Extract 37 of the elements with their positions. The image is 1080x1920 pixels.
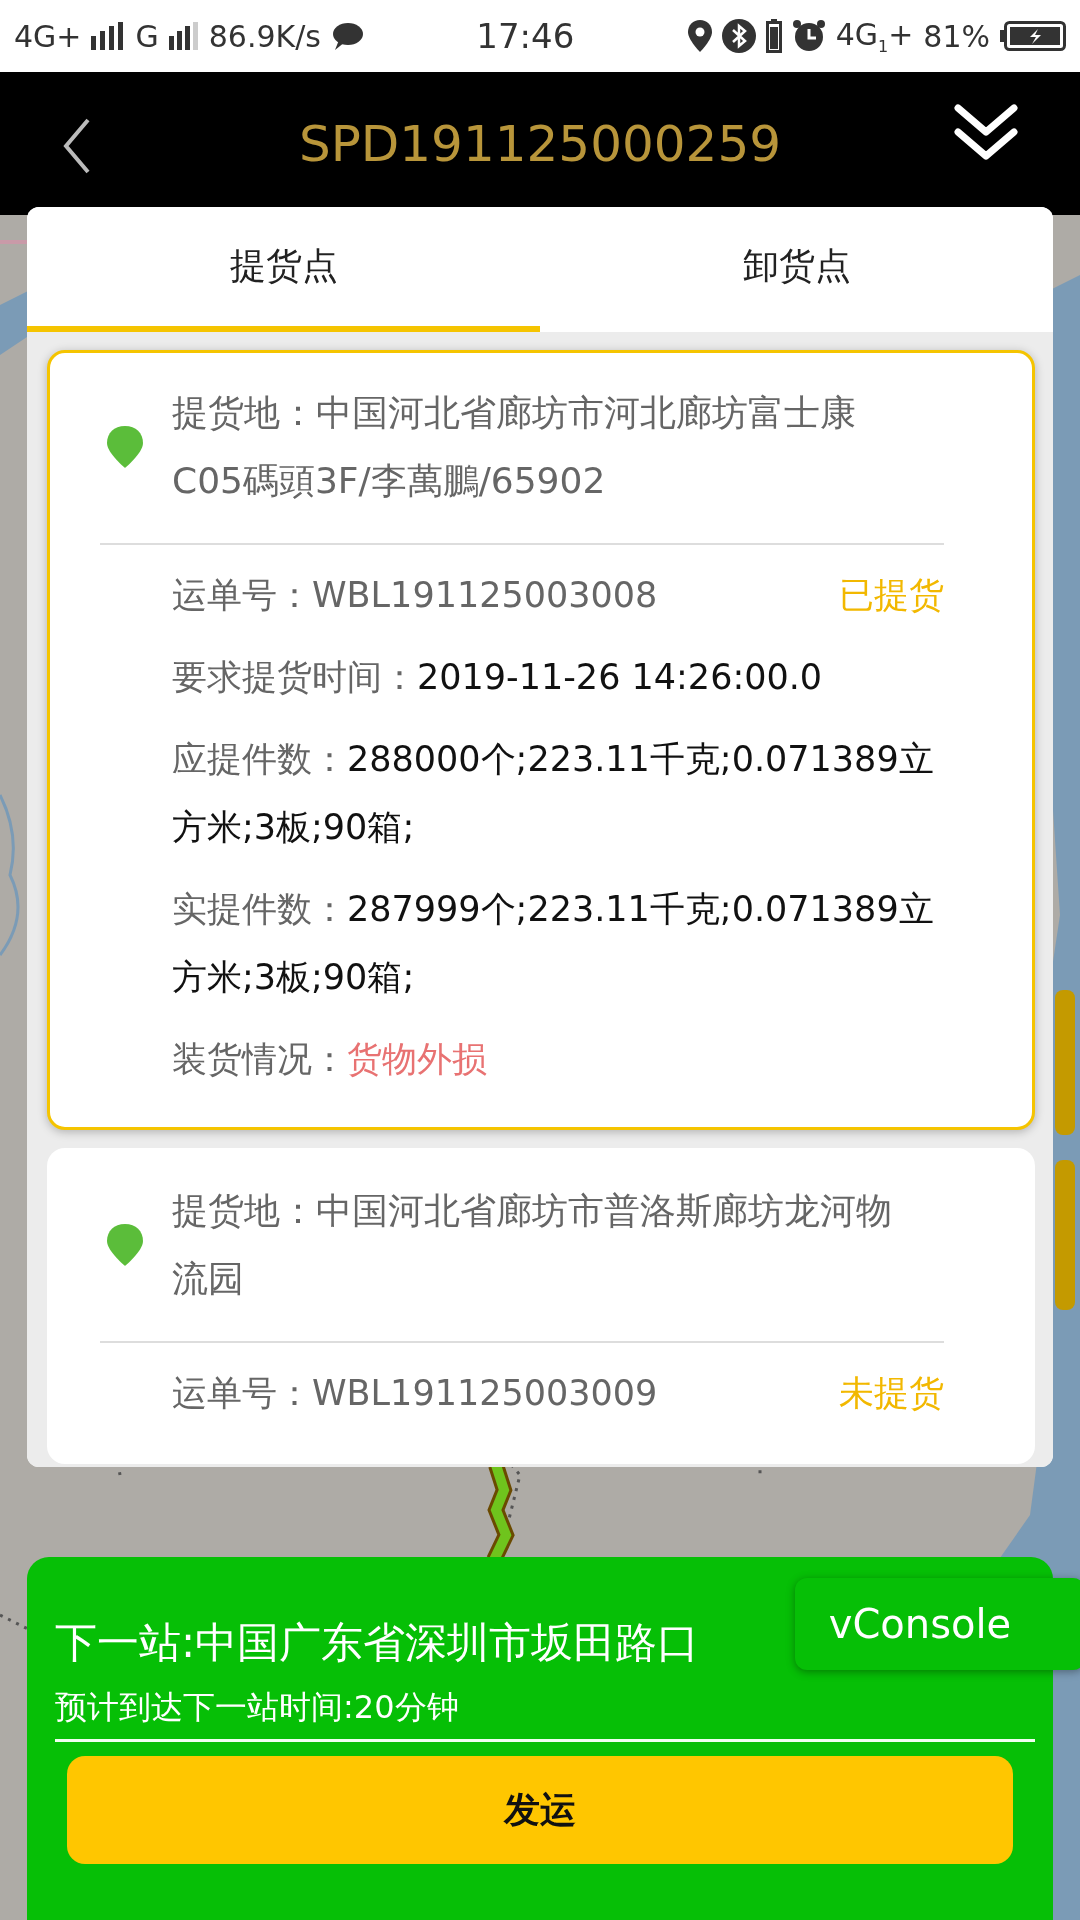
detail-text: 要求提货时间：2019-11-26 14:26:00.0 xyxy=(172,656,824,699)
battery-percent: 81% xyxy=(923,18,990,54)
detail-text: 实提件数：287999个;223.11千克;0.071389立方米;3板;90箱; xyxy=(172,888,935,999)
pickup-address: 提货地：中国河北省廊坊市普洛斯廊坊龙河物流园 xyxy=(172,1189,893,1301)
speed-label: 86.9K/s xyxy=(208,18,321,54)
battery-icon xyxy=(1000,21,1066,51)
map-pin-icon xyxy=(106,425,144,469)
map-pin-icon xyxy=(106,1223,144,1267)
detail-text: 装货情况：货物外损 xyxy=(172,1038,488,1081)
double-chevron-icon[interactable] xyxy=(954,102,1018,162)
next-stop-title: 下一站:中国广东省深圳市坂田路口 xyxy=(55,1617,700,1669)
alarm-icon xyxy=(791,19,826,53)
pickup-card[interactable]: 提货地：中国河北省廊坊市普洛斯廊坊龙河物流园 运单号：WBL191125003009 未提货 xyxy=(47,1148,1035,1464)
clock: 17:46 xyxy=(476,16,575,56)
waybill-number: WBL191125003008 xyxy=(312,575,658,615)
waybill-label: 运单号： xyxy=(172,575,312,615)
signal-icon xyxy=(91,22,126,50)
pickup-card[interactable]: 提货地：中国河北省廊坊市河北廊坊富士康C05碼頭3F/李萬鵬/65902 运单号：WBL191125003008 已提货 要求提货时间：2019-11-26 14:26:00.0 应提件数：288000个;223.11千克;0.071389立方米;3板;90箱; 实提件数：287999个;223.11千克;0.071389立方米;3板;90箱; 装货情况：货物外损 xyxy=(47,350,1035,1130)
bluetooth-icon xyxy=(721,19,756,53)
pickup-status: 已提货 xyxy=(839,574,944,617)
location-icon xyxy=(687,20,712,52)
waybill-number: WBL191125003009 xyxy=(312,1373,658,1413)
waybill-label: 运单号： xyxy=(172,1373,312,1413)
pickup-status: 未提货 xyxy=(839,1372,944,1415)
pickup-address: 提货地：中国河北省廊坊市河北廊坊富士康C05碼頭3F/李萬鵬/65902 xyxy=(172,391,857,503)
network-label: G xyxy=(135,18,159,54)
network-label: 4G$_{1}$+ xyxy=(835,16,914,56)
back-icon[interactable] xyxy=(62,118,92,174)
order-number-title: SPD191125000259 xyxy=(298,114,782,173)
signal-icon xyxy=(168,22,199,50)
ship-button[interactable]: 发运 xyxy=(67,1756,1013,1864)
battery-icon xyxy=(765,19,782,53)
network-label: 4G+ xyxy=(14,18,82,54)
chat-icon xyxy=(330,22,363,50)
detail-text: 应提件数：288000个;223.11千克;0.071389立方米;3板;90箱; xyxy=(172,738,935,849)
tab[interactable]: 提货点 xyxy=(27,207,540,332)
eta-text: 预计到达下一站时间:20分钟 xyxy=(55,1685,1035,1742)
